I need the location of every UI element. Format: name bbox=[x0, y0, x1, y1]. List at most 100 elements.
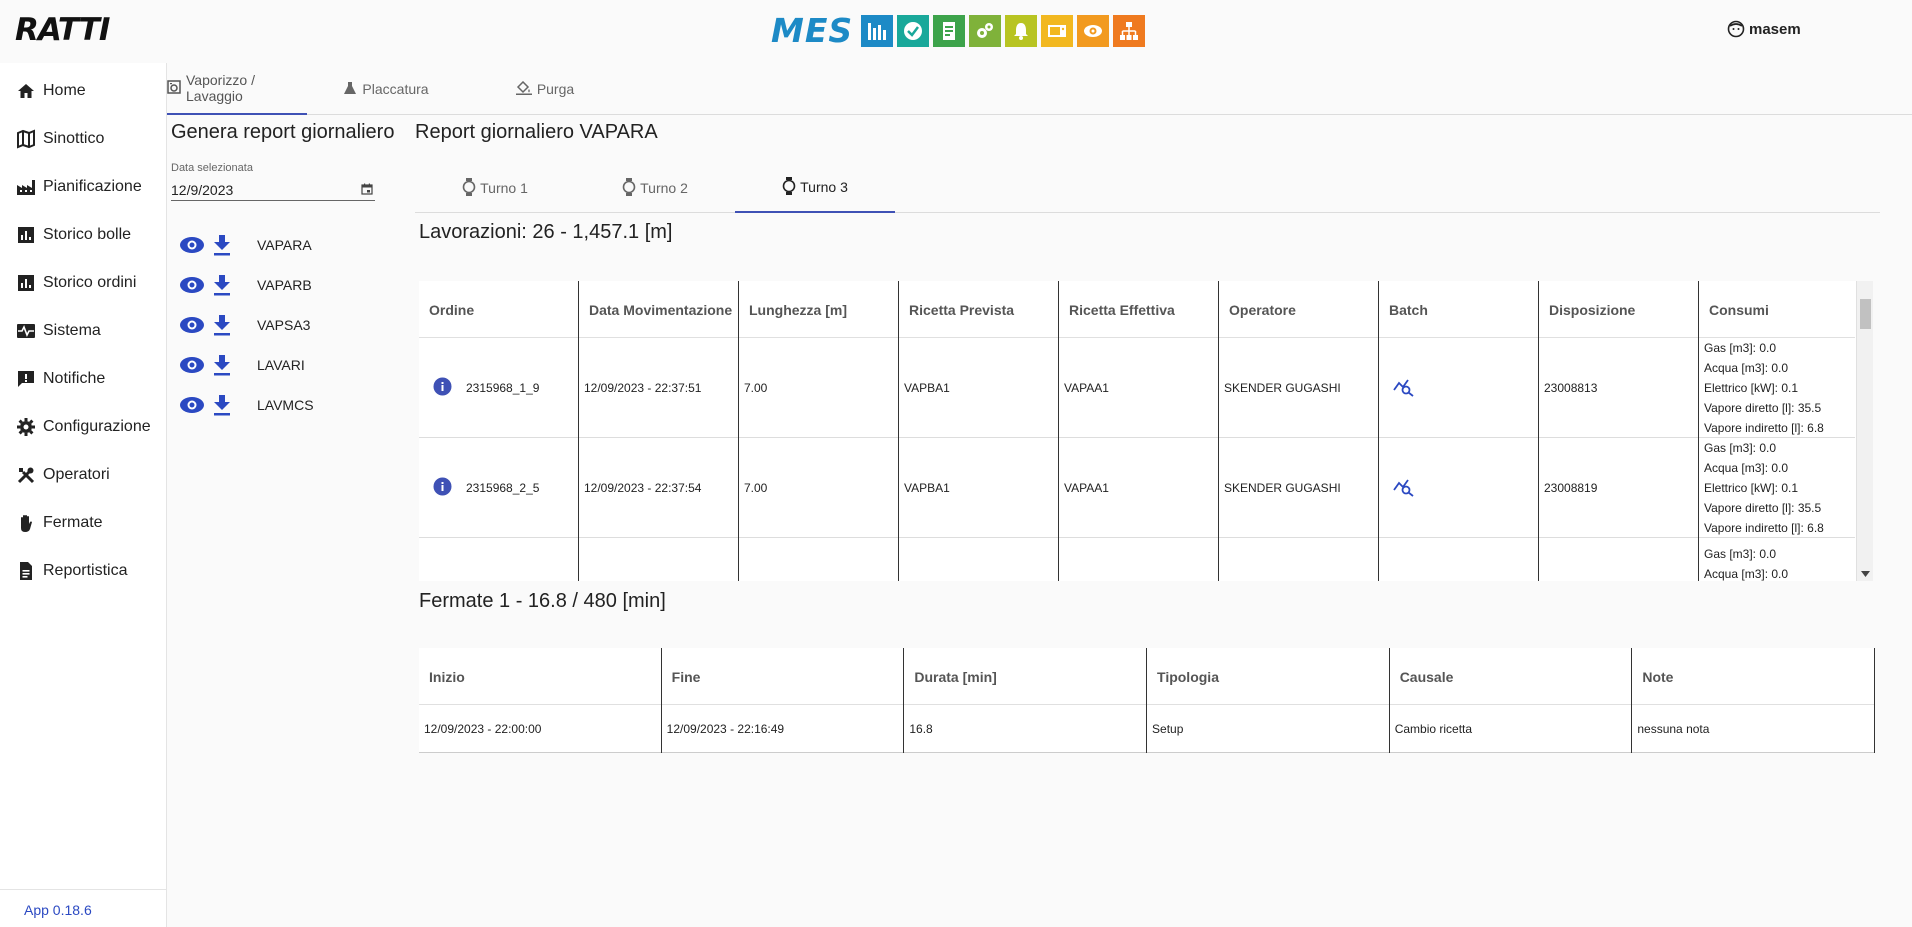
tv-icon bbox=[1048, 24, 1067, 37]
face-icon bbox=[1727, 20, 1745, 38]
check-tile[interactable] bbox=[897, 14, 930, 47]
gears-icon bbox=[977, 22, 994, 38]
sidebar-item-notifiche[interactable]: Notifiche bbox=[0, 355, 166, 403]
tab-turno-3[interactable]: Turno 3 bbox=[735, 163, 895, 213]
view-button[interactable] bbox=[177, 391, 207, 419]
eye-icon bbox=[180, 237, 204, 253]
sidebar-item-label: Notifiche bbox=[43, 370, 106, 387]
ricetta-effettiva-cell: VAPAA1 bbox=[1059, 338, 1219, 438]
consumo-line: Acqua [m3]: 0.0 bbox=[1704, 567, 1789, 581]
batch-cell bbox=[1379, 338, 1539, 438]
sidebar-item-sinottico[interactable]: Sinottico bbox=[0, 115, 166, 163]
eye-tile[interactable] bbox=[1077, 14, 1110, 47]
column-header[interactable]: Note bbox=[1632, 648, 1876, 705]
sidebar-item-storico-ordini[interactable]: Storico ordini bbox=[0, 259, 166, 307]
download-button[interactable] bbox=[207, 311, 237, 339]
column-header[interactable]: Ricetta Effettiva bbox=[1059, 281, 1219, 338]
calendar-icon[interactable] bbox=[361, 182, 373, 198]
machine-list: VAPARA VAPARB VAPSA3 LAVARI LAVMCS bbox=[177, 225, 314, 425]
sidebar-item-home[interactable]: Home bbox=[0, 67, 166, 115]
query-stats-icon[interactable] bbox=[1393, 477, 1415, 500]
tv-tile[interactable] bbox=[1041, 14, 1074, 47]
download-icon bbox=[214, 235, 230, 256]
sidebar-item-operatori[interactable]: Operatori bbox=[0, 451, 166, 499]
causale-cell: Cambio ricetta bbox=[1390, 705, 1633, 753]
data-cell: 12/09/2023 - 22:37:51 bbox=[579, 338, 739, 438]
ratti-logo[interactable]: RATTI bbox=[15, 12, 110, 48]
machine-row: VAPSA3 bbox=[177, 305, 314, 345]
download-button[interactable] bbox=[207, 391, 237, 419]
consumo-line: Vapore indiretto [l]: 6.8 bbox=[1704, 421, 1824, 435]
download-button[interactable] bbox=[207, 231, 237, 259]
consumo-line: Elettrico [kW]: 0.1 bbox=[1704, 481, 1799, 495]
mes-launcher-bar: MES bbox=[771, 11, 1146, 50]
date-picker[interactable]: 12/9/2023 bbox=[171, 179, 375, 201]
table-scrollbar[interactable] bbox=[1856, 281, 1873, 581]
scroll-down-icon[interactable] bbox=[1861, 571, 1870, 577]
column-header[interactable]: Lunghezza [m] bbox=[739, 281, 899, 338]
sidebar-item-configurazione[interactable]: Configurazione bbox=[0, 403, 166, 451]
download-icon bbox=[214, 275, 230, 296]
sidebar-item-label: Storico bolle bbox=[43, 226, 132, 243]
machine-name: LAVARI bbox=[257, 357, 305, 373]
sidebar-item-pianificazione[interactable]: Pianificazione bbox=[0, 163, 166, 211]
download-button[interactable] bbox=[207, 351, 237, 379]
user-menu[interactable]: masem bbox=[1727, 20, 1801, 38]
table-header: Inizio Fine Durata [min] Tipologia Causa… bbox=[419, 648, 1876, 705]
column-header[interactable]: Ordine bbox=[419, 281, 579, 338]
view-button[interactable] bbox=[177, 271, 207, 299]
info-icon[interactable] bbox=[433, 477, 452, 499]
column-header[interactable]: Data Movimentazione bbox=[579, 281, 739, 338]
view-button[interactable] bbox=[177, 231, 207, 259]
sidebar-item-storico-bolle[interactable]: Storico bolle bbox=[0, 211, 166, 259]
document-tile[interactable] bbox=[933, 14, 966, 47]
tab-purga[interactable]: Purga bbox=[465, 63, 625, 115]
download-button[interactable] bbox=[207, 271, 237, 299]
note-cell: nessuna nota bbox=[1632, 705, 1876, 753]
watch-icon bbox=[782, 176, 796, 198]
tab-turno-2[interactable]: Turno 2 bbox=[575, 163, 735, 213]
view-button[interactable] bbox=[177, 351, 207, 379]
ricetta-effettiva-cell: VAPAA1 bbox=[1059, 438, 1219, 538]
tab-placcatura[interactable]: Placcatura bbox=[307, 63, 465, 115]
column-header[interactable]: Inizio bbox=[419, 648, 662, 705]
fermate-title: Fermate 1 - 16.8 / 480 [min] bbox=[419, 590, 666, 612]
tab-turno-1[interactable]: Turno 1 bbox=[415, 163, 575, 213]
sidebar-item-sistema[interactable]: Sistema bbox=[0, 307, 166, 355]
machine-name: LAVMCS bbox=[257, 397, 314, 413]
table-header: Ordine Data Movimentazione Lunghezza [m]… bbox=[419, 281, 1855, 338]
column-header[interactable]: Batch bbox=[1379, 281, 1539, 338]
column-header[interactable]: Durata [min] bbox=[904, 648, 1148, 705]
factory-icon bbox=[15, 176, 37, 198]
disposizione-cell: 23008813 bbox=[1539, 338, 1699, 438]
column-header[interactable]: Disposizione bbox=[1539, 281, 1699, 338]
mes-wordmark: MES bbox=[771, 11, 854, 50]
bar-chart-tile[interactable] bbox=[861, 14, 894, 47]
eye-icon bbox=[180, 277, 204, 293]
tab-vaporizzo-lavaggio[interactable]: Vaporizzo / Lavaggio bbox=[167, 63, 307, 115]
scrollbar-thumb[interactable] bbox=[1860, 299, 1871, 329]
sidebar-item-reportistica[interactable]: Reportistica bbox=[0, 547, 166, 595]
gears-tile[interactable] bbox=[969, 14, 1002, 47]
sidebar-item-fermate[interactable]: Fermate bbox=[0, 499, 166, 547]
feedback-icon bbox=[15, 368, 37, 390]
column-header[interactable]: Operatore bbox=[1219, 281, 1379, 338]
column-header[interactable]: Ricetta Prevista bbox=[899, 281, 1059, 338]
query-stats-icon[interactable] bbox=[1393, 377, 1415, 400]
column-header[interactable]: Tipologia bbox=[1147, 648, 1390, 705]
inizio-cell: 12/09/2023 - 22:00:00 bbox=[419, 705, 662, 753]
bell-tile[interactable] bbox=[1005, 14, 1038, 47]
column-header[interactable]: Fine bbox=[662, 648, 905, 705]
column-header[interactable]: Causale bbox=[1390, 648, 1633, 705]
eye-icon bbox=[180, 317, 204, 333]
view-button[interactable] bbox=[177, 311, 207, 339]
info-icon[interactable] bbox=[433, 377, 452, 399]
app-root: RATTI MES masem Home Sinottico Pianifica… bbox=[0, 0, 1912, 927]
user-name: masem bbox=[1749, 20, 1801, 38]
hierarchy-tile[interactable] bbox=[1113, 14, 1146, 47]
column-header[interactable]: Consumi bbox=[1699, 281, 1855, 338]
sidebar-item-label: Home bbox=[43, 82, 86, 99]
ricetta-effettiva-cell bbox=[1059, 538, 1219, 581]
sidebar-item-label: Reportistica bbox=[43, 562, 128, 579]
ordine-cell: 2315968_2_5 bbox=[419, 438, 579, 538]
